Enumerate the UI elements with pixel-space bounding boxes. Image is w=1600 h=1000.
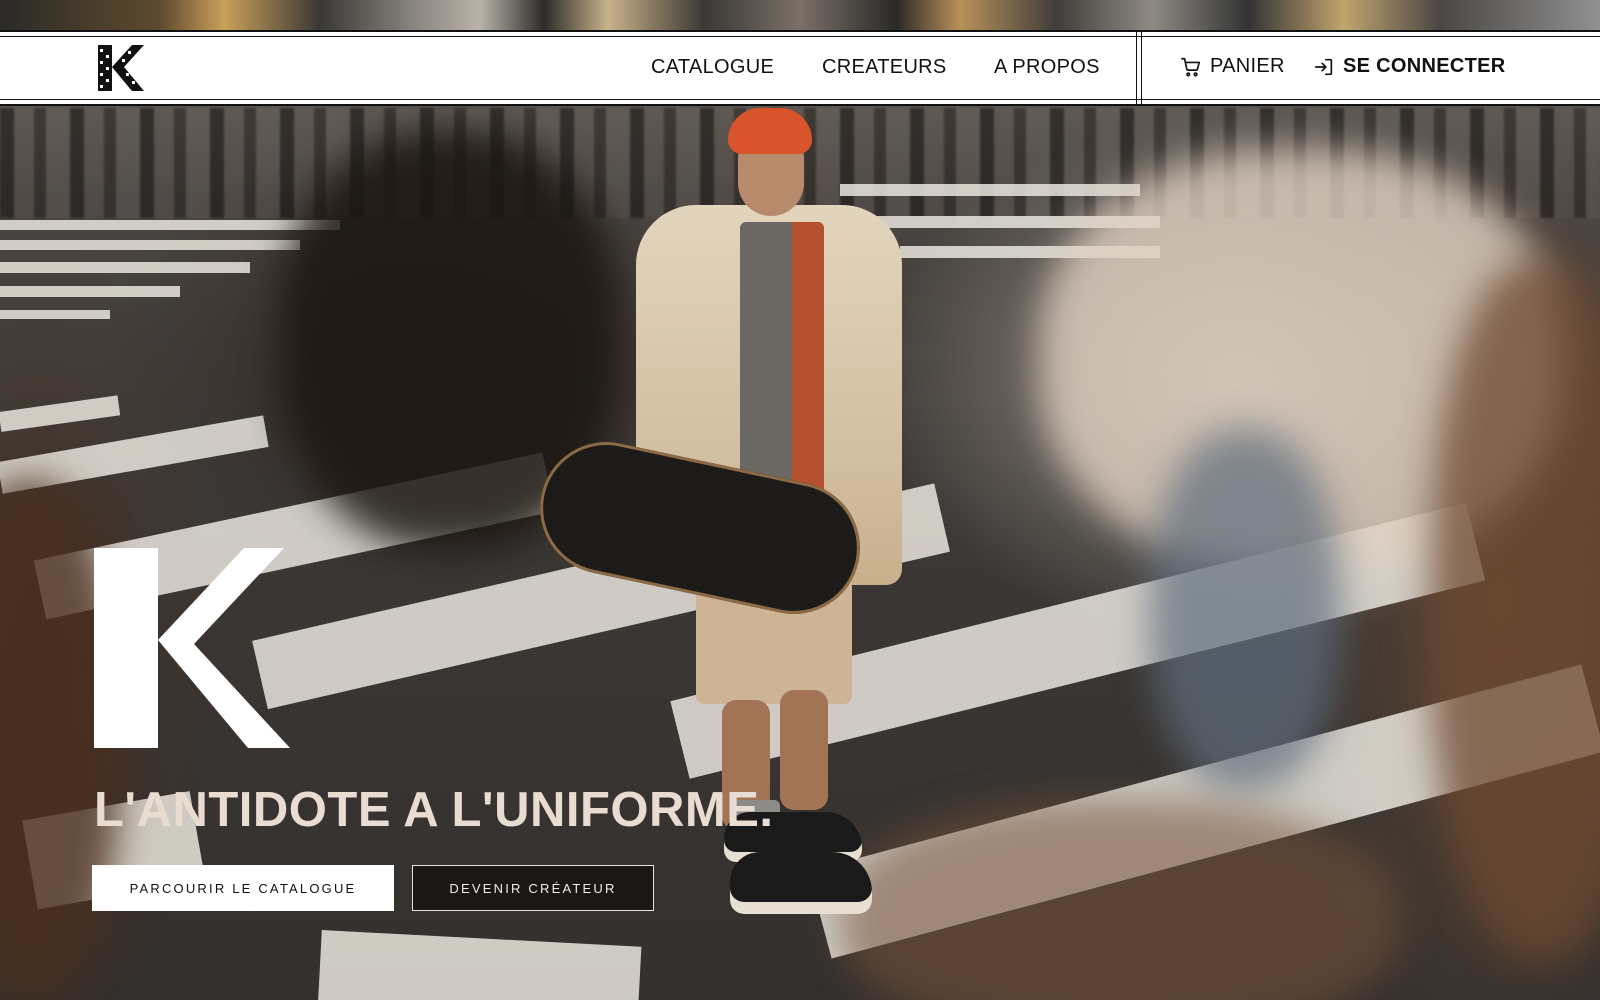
blurred-pedestrian xyxy=(840,800,1400,1000)
subject-shoe xyxy=(730,852,872,914)
site-header: CATALOGUE CREATEURS A PROPOS PANIER SE C… xyxy=(0,30,1600,106)
blurred-pedestrian xyxy=(1430,260,1600,960)
city-storefronts xyxy=(0,0,1600,30)
subject-hair xyxy=(728,108,812,154)
hero-title: L'ANTIDOTE A L'UNIFORME. xyxy=(94,783,774,837)
subject-leg xyxy=(780,690,828,810)
nav-panier[interactable]: PANIER xyxy=(1180,55,1285,78)
nav-a-propos[interactable]: A PROPOS xyxy=(994,56,1100,79)
crosswalk-stripe xyxy=(0,240,300,250)
header-divider xyxy=(1136,32,1142,104)
nav-catalogue[interactable]: CATALOGUE xyxy=(651,56,774,79)
nav-createurs[interactable]: CREATEURS xyxy=(822,56,947,79)
cart-icon xyxy=(1181,57,1201,76)
login-icon xyxy=(1314,58,1333,75)
crosswalk-stripe xyxy=(0,262,250,273)
nav-panier-label: PANIER xyxy=(1210,55,1285,77)
crosswalk-stripe xyxy=(0,220,340,230)
page: CATALOGUE CREATEURS A PROPOS PANIER SE C… xyxy=(0,0,1600,1000)
k-logo-icon xyxy=(98,45,144,91)
crosswalk-stripe xyxy=(0,286,180,297)
k-pixel-logo-icon xyxy=(94,548,290,748)
crosswalk-stripe xyxy=(0,310,110,319)
crosswalk-stripe xyxy=(318,930,642,1000)
nav-se-connecter-label: SE CONNECTER xyxy=(1343,55,1506,77)
browse-catalogue-button[interactable]: PARCOURIR LE CATALOGUE xyxy=(92,865,394,911)
nav-se-connecter[interactable]: SE CONNECTER xyxy=(1313,55,1506,78)
brand-logo[interactable] xyxy=(98,45,144,91)
blurred-pedestrian xyxy=(1150,430,1340,790)
crosswalk-stripe xyxy=(0,395,121,432)
crosswalk-stripe xyxy=(840,184,1140,196)
hero-k-logo xyxy=(94,548,290,748)
become-creator-button[interactable]: DEVENIR CRÉATEUR xyxy=(412,865,654,911)
hero-background-photo xyxy=(0,0,1600,1000)
